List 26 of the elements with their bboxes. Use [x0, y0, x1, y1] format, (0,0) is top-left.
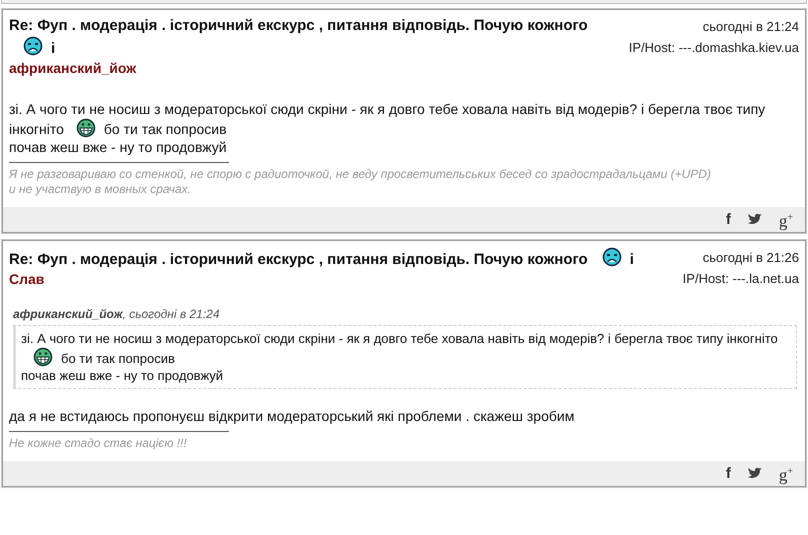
post-date: сьогодні в 21:24 [702, 18, 799, 36]
post-date: сьогодні в 21:26 [702, 249, 799, 267]
bird-icon[interactable] [746, 467, 763, 480]
signature-line: Я не разговариваю со стенкой, не спорю с радиоточкой, не веду просветительських бесед со зрадострадальцами (+UPD) [9, 167, 712, 182]
grin-smiley-icon [76, 118, 96, 138]
bird-icon[interactable] [746, 213, 763, 226]
author-name[interactable]: Слав [9, 270, 44, 288]
facebook-link[interactable]: f [726, 464, 731, 482]
google-plus-link[interactable]: g$^{+}$ [778, 208, 793, 230]
google-plus-link[interactable]: g$^{+}$ [778, 462, 793, 484]
signature-line: Не кожне стадо стає нацією !!! [9, 436, 188, 451]
sad-smiley-icon [23, 36, 43, 56]
quote-author: африканский_йож [13, 307, 123, 321]
ip-host: IP/Host: ---.domashka.kiev.ua [628, 39, 799, 57]
post-title: Re: Фуп . модерація . історичний екскурс , питання відповідь. Почую кожного і [9, 247, 634, 270]
post-text: да я не встидаюсь пропонуєш відкрити модераторський які проблеми . скажеш зробим [9, 407, 576, 425]
grin-smiley-icon [33, 347, 53, 367]
post-title: Re: Фуп . модерація . історичний екскурс , питання відповідь. Почую кожного і [9, 16, 589, 59]
author-name[interactable]: африканский_йож [9, 59, 136, 77]
post-text: зі. А чого ти не носиш з модераторської сюди скріни - як я довго тебе ховала навіть від модерів? і берегла твоє типу інкогніто бо ти так попросив почав жеш вже - ну то продовжуй [9, 100, 766, 156]
quote-text: зі. А чого ти не носиш з модераторської сюди скріни - як я довго тебе ховала навіть від модерів? і берегла твоє типу інкогніто бо ти так попросив почав жеш вже - ну то продовжуй [13, 325, 797, 389]
ip-host: IP/Host: ---.la.net.ua [682, 270, 799, 288]
sad-smiley-icon [602, 247, 622, 267]
signature-line: и не участвую в мовных срачах. [9, 182, 192, 197]
facebook-link[interactable]: f [726, 210, 731, 228]
quote-date: , сьогодні в 21:24 [122, 307, 220, 321]
